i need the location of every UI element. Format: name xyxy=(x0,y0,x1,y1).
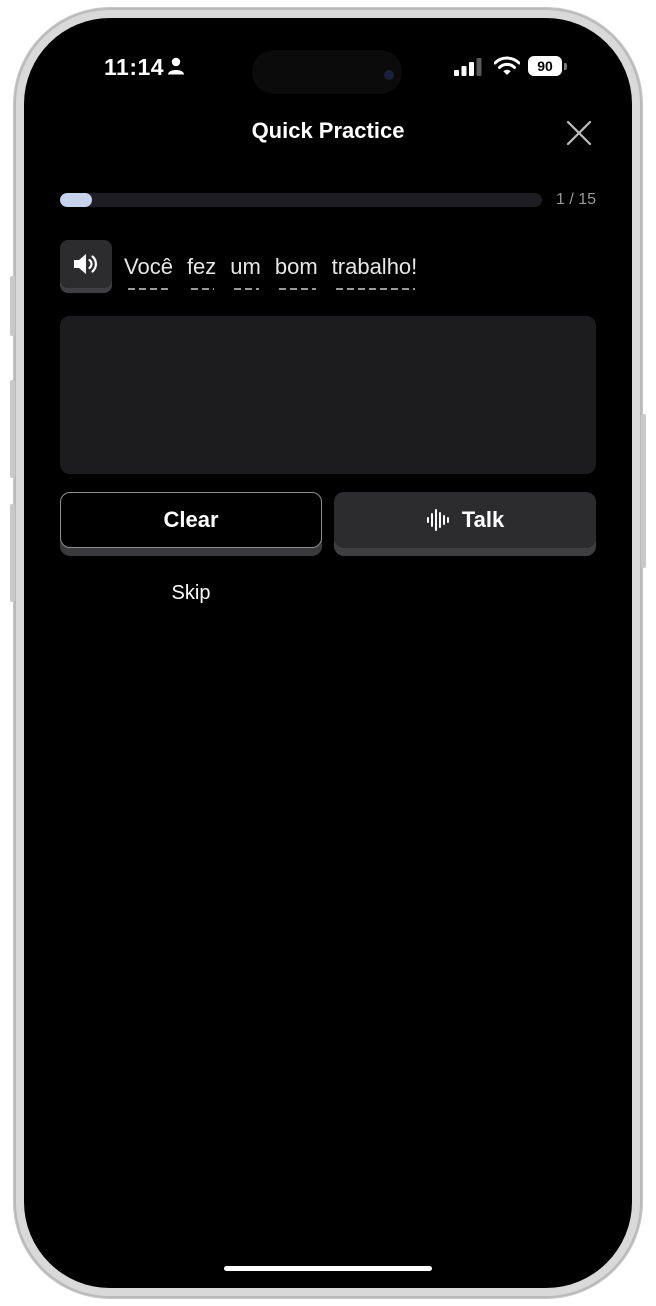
dynamic-island xyxy=(252,50,402,94)
skip-button[interactable]: Skip xyxy=(60,582,322,605)
battery-level: 90 xyxy=(528,56,562,76)
progress-counter: 1 / 15 xyxy=(555,191,596,208)
wifi-icon xyxy=(494,56,520,75)
clear-button[interactable]: Clear xyxy=(60,492,322,548)
person-icon xyxy=(168,57,184,75)
cellular-signal-icon xyxy=(454,58,482,76)
progress-fill xyxy=(60,193,93,207)
front-camera xyxy=(384,70,394,80)
close-icon[interactable] xyxy=(564,118,594,148)
page-title: Quick Practice xyxy=(251,118,405,143)
app-screen: 11:14 90 Quick Practice 1 / 15 Você fez … xyxy=(24,18,632,1288)
status-time: 11:14 xyxy=(104,54,165,80)
play-audio-button[interactable] xyxy=(60,240,112,288)
talk-button[interactable]: Talk xyxy=(334,492,596,548)
battery-tip xyxy=(564,63,567,70)
action-button xyxy=(10,276,15,336)
home-indicator[interactable] xyxy=(224,1266,432,1271)
sentence-word[interactable]: bom xyxy=(275,254,318,290)
volume-up-button xyxy=(10,380,15,478)
power-button xyxy=(641,414,646,568)
talk-button-label: Talk xyxy=(461,507,505,532)
sentence-word[interactable]: um xyxy=(230,254,261,290)
target-sentence: Você fez um bom trabalho! xyxy=(124,254,417,290)
progress-bar xyxy=(60,193,542,207)
volume-down-button xyxy=(10,504,15,602)
sentence-word[interactable]: trabalho! xyxy=(332,254,417,290)
sentence-word[interactable]: Você xyxy=(124,254,173,290)
sentence-word[interactable]: fez xyxy=(187,254,216,290)
answer-area[interactable] xyxy=(60,316,596,474)
clear-button-label: Clear xyxy=(163,507,219,532)
status-bar: 11:14 90 xyxy=(24,18,632,118)
speaker-icon xyxy=(74,254,97,274)
waveform-icon xyxy=(426,509,449,531)
